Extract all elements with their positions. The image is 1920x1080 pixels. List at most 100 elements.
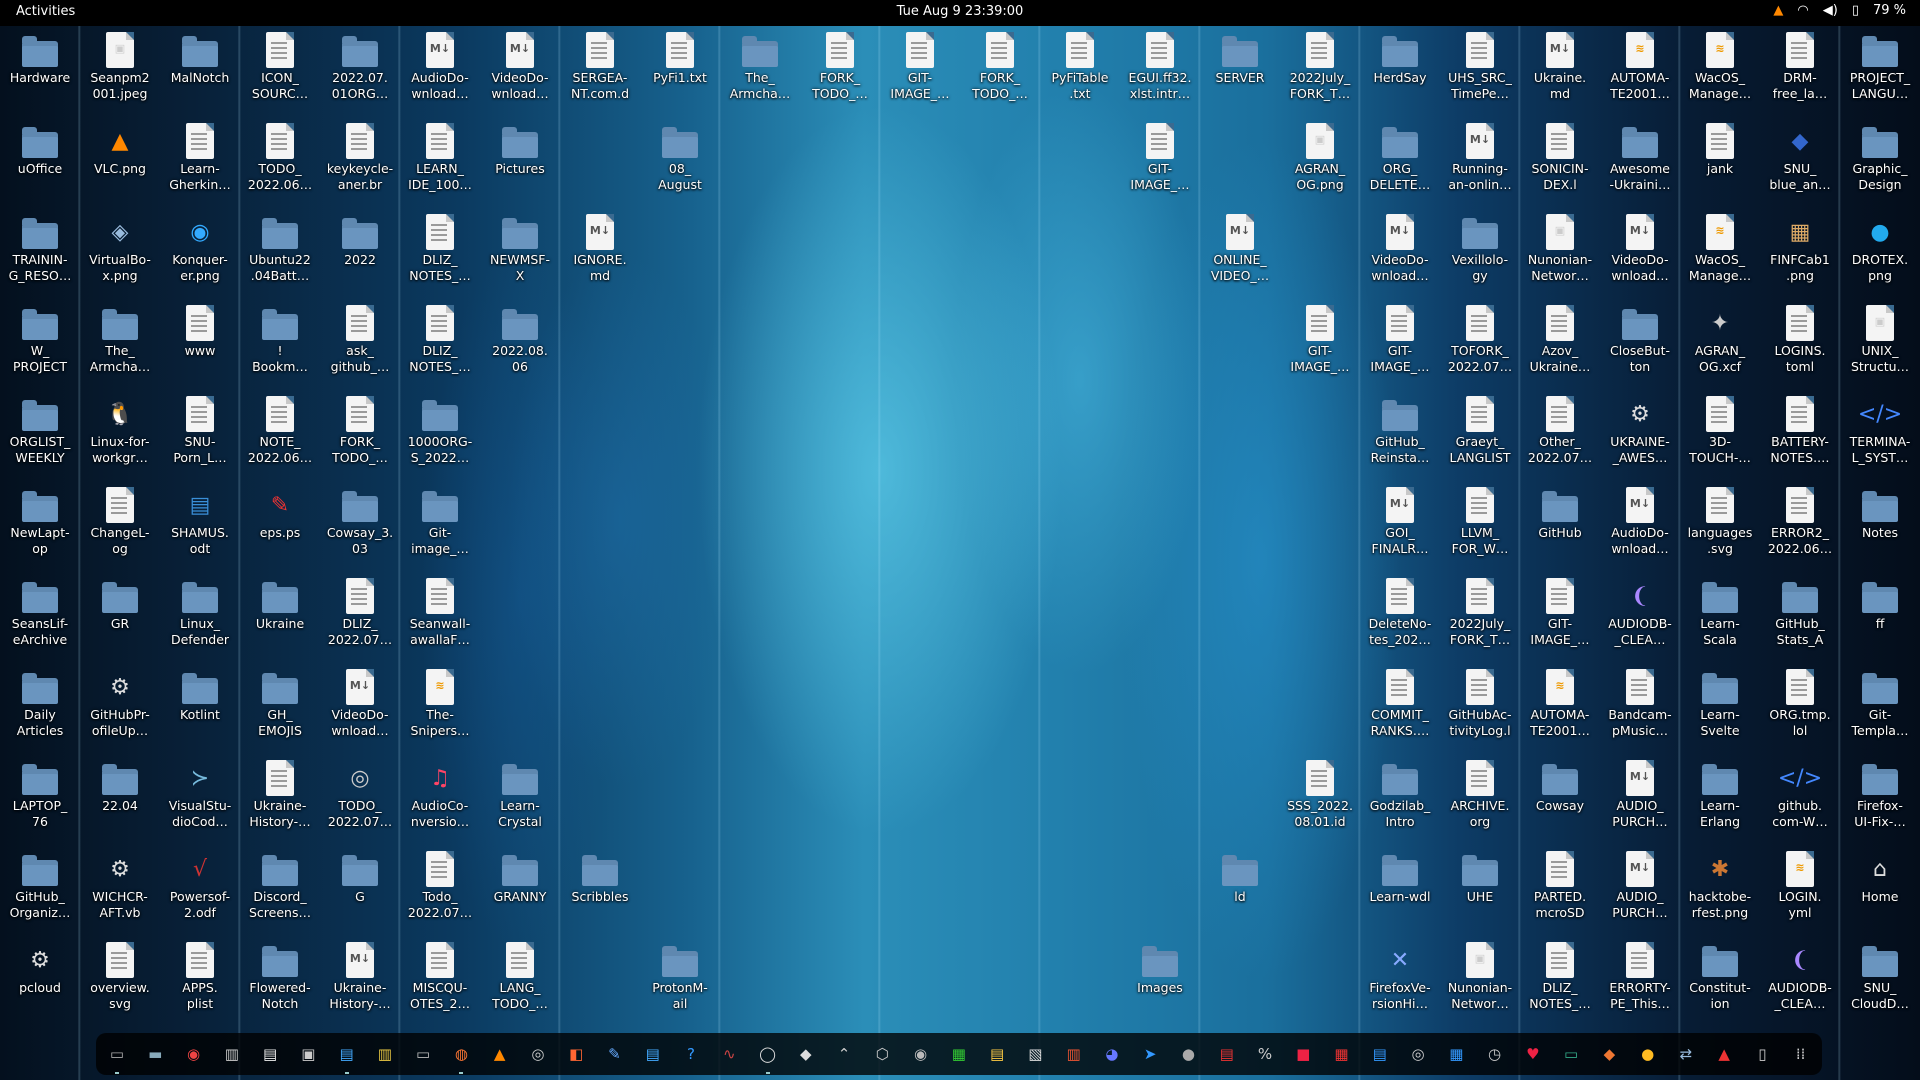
record-icon[interactable]: ■ [1290,1041,1316,1067]
desktop-icon[interactable]: ≋ AUTOMA- TE2001… [1600,28,1680,119]
vlc-tray-icon[interactable]: ▲ [1773,3,1783,18]
calc-icon[interactable]: ▦ [946,1041,972,1067]
desktop-icon[interactable]: SERVER [1200,28,1280,119]
app-grid-icon[interactable]: ⁞⁞ [1788,1041,1814,1067]
desktop-icon[interactable]: ◆ SNU_ blue_an… [1760,119,1840,210]
desktop-icon[interactable]: NOTE_ 2022.06… [240,392,320,483]
desktop-icon[interactable]: GitHubAc- tivityLog.l [1440,665,1520,756]
desktop-icon[interactable]: ≋ WacOS_ Manage… [1680,210,1760,301]
tablet-icon[interactable]: ▯ [1749,1041,1775,1067]
text-editor-icon[interactable]: ▤ [257,1041,283,1067]
desktop-icon[interactable]: Firefox- UI-Fix-… [1840,756,1920,847]
desktop-icon[interactable]: ≋ AUTOMA- TE2001… [1520,665,1600,756]
desktop-icon[interactable]: ChangeL- og [80,483,160,574]
desktop-icon[interactable]: Cowsay [1520,756,1600,847]
desktop-icon[interactable]: Ukraine- History-… [240,756,320,847]
desktop-icon[interactable]: www [160,301,240,392]
terminal-icon[interactable]: ▭ [104,1041,130,1074]
help-icon[interactable]: ? [678,1041,704,1067]
desktop-icon[interactable]: Cowsay_3. 03 [320,483,400,574]
desktop-icon[interactable]: languages .svg [1680,483,1760,574]
desktop-icon[interactable]: GIT- IMAGE_… [880,28,960,119]
desktop-icon[interactable]: 2022.07. 01ORG… [320,28,400,119]
desktop-icon[interactable]: Discord_ Screens… [240,847,320,938]
desktop-icon[interactable]: ✕ FirefoxVe- rsionHi… [1360,938,1440,1029]
desktop-icon[interactable]: ▤ SHAMUS. odt [160,483,240,574]
desktop-icon[interactable]: PyFiTable .txt [1040,28,1120,119]
flag-icon[interactable]: ▲ [1711,1041,1737,1067]
desktop-icon[interactable]: FORK_ TODO_… [320,392,400,483]
desktop-icon[interactable]: Linux_ Defender [160,574,240,665]
document-viewer-icon[interactable]: ▥ [219,1041,245,1067]
desktop-icon[interactable]: SSS_2022. 08.01.id [1280,756,1360,847]
desktop-icon[interactable]: uOffice [0,119,80,210]
writer-icon[interactable]: ▤ [334,1041,360,1074]
desktop-icon[interactable]: Learn-wdl [1360,847,1440,938]
desktop-icon[interactable]: LOGINS. toml [1760,301,1840,392]
desktop-icon[interactable]: GIT- IMAGE_… [1280,301,1360,392]
desktop-icon[interactable]: ICON_ SOURC… [240,28,320,119]
desktop-icon[interactable]: SONICIN- DEX.l [1520,119,1600,210]
desktop-icon[interactable]: 1000ORG- S_2022… [400,392,480,483]
desktop-icon[interactable]: ARCHIVE. org [1440,756,1520,847]
desktop-icon[interactable]: Awesome -Ukraini… [1600,119,1680,210]
desktop-icon[interactable]: DeleteNo- tes_202… [1360,574,1440,665]
desktop-icon[interactable]: Learn- Crystal [480,756,560,847]
settings-circle-icon[interactable]: ◯ [755,1041,781,1074]
desktop-icon[interactable]: DLIZ_ NOTES_… [1520,938,1600,1029]
desktop-icon[interactable]: Flowered- Notch [240,938,320,1029]
desktop-icon[interactable]: GRANNY [480,847,560,938]
desktop-icon[interactable]: M↓ Ukraine- History-… [320,938,400,1029]
desktop-icon[interactable]: ▦ FINFCab1 .png [1760,210,1840,301]
desktop-icon[interactable]: TRAININ- G_RESO… [0,210,80,301]
firefox-icon[interactable]: ◍ [448,1041,474,1074]
desktop-icon[interactable]: UHE [1440,847,1520,938]
desktop-icon[interactable]: PARTED. mcroSD [1520,847,1600,938]
desktop-icon[interactable]: UHS_SRC_ TimePe… [1440,28,1520,119]
desktop-icon[interactable]: ≻ VisualStu- dioCod… [160,756,240,847]
desktop-icon[interactable]: ⌂ Home [1840,847,1920,938]
desktop-icon[interactable]: ♫ AudioCo- nversio… [400,756,480,847]
desktop-icon[interactable]: ❨ AUDIODB- _CLEA… [1600,574,1680,665]
desktop-icon[interactable]: Scribbles [560,847,640,938]
tor-icon[interactable]: ● [1175,1041,1201,1067]
desktop-icon[interactable]: ⚙ WICHCR- AFT.vb [80,847,160,938]
desktop-icon[interactable]: GitHub [1520,483,1600,574]
desktop-icon[interactable]: 08_ August [640,119,720,210]
desktop-icon[interactable]: ask_ github_… [320,301,400,392]
tiles-icon[interactable]: ▦ [1443,1041,1469,1067]
desktop-icon[interactable]: M↓ Ukraine. md [1520,28,1600,119]
desktop-icon[interactable]: FORK_ TODO_… [800,28,880,119]
desktop-icon[interactable]: GitHub_ Organiz… [0,847,80,938]
desktop-icon[interactable]: GIT- IMAGE_… [1520,574,1600,665]
desktop-icon[interactable]: ✎ eps.ps [240,483,320,574]
draw-icon[interactable]: ✎ [601,1041,627,1067]
desktop-icon[interactable]: BATTERY- NOTES.… [1760,392,1840,483]
desktop-icon[interactable]: Other_ 2022.07… [1520,392,1600,483]
desktop-icon[interactable]: PyFi1.txt [640,28,720,119]
desktop-icon[interactable]: CloseBut- ton [1600,301,1680,392]
desktop-icon[interactable]: HerdSay [1360,28,1440,119]
chevron-up-icon[interactable]: ⌃ [831,1041,857,1067]
desktop-icon[interactable]: Hardware [0,28,80,119]
desktop-icon[interactable]: Godzilab_ Intro [1360,756,1440,847]
desktop-icon[interactable]: ERROR2_ 2022.06… [1760,483,1840,574]
desktop-icon[interactable]: M↓ AUDIO_ PURCH… [1600,756,1680,847]
desktop-icon[interactable]: Kotlint [160,665,240,756]
desktop-icon[interactable]: √ Powersof- 2.odf [160,847,240,938]
desktop-icon[interactable]: NewLapt- op [0,483,80,574]
desktop-icon[interactable]: Graeyt_ LANGLIST [1440,392,1520,483]
package-icon[interactable]: ▥ [1061,1041,1087,1067]
desktop-icon[interactable]: ⚙ UKRAINE- _AWES… [1600,392,1680,483]
desktop-icon[interactable]: 2022July_ FORK_T… [1440,574,1520,665]
desktop-icon[interactable]: Learn- Gherkin… [160,119,240,210]
desktop-icon[interactable]: </> TERMINA- L_SYST… [1840,392,1920,483]
desktop-icon[interactable]: Vexillolo- gy [1440,210,1520,301]
desktop-icon[interactable]: ld [1200,847,1280,938]
chat-icon[interactable]: ● [1635,1041,1661,1067]
desktop-icon[interactable]: ERRORTY- PE_This… [1600,938,1680,1029]
desktop-icon[interactable]: ≋ WacOS_ Manage… [1680,28,1760,119]
desktop-icon[interactable]: GR [80,574,160,665]
desktop-icon[interactable]: SNU_ CloudD… [1840,938,1920,1029]
desktop-icon[interactable]: ✱ hacktobe- rfest.png [1680,847,1760,938]
